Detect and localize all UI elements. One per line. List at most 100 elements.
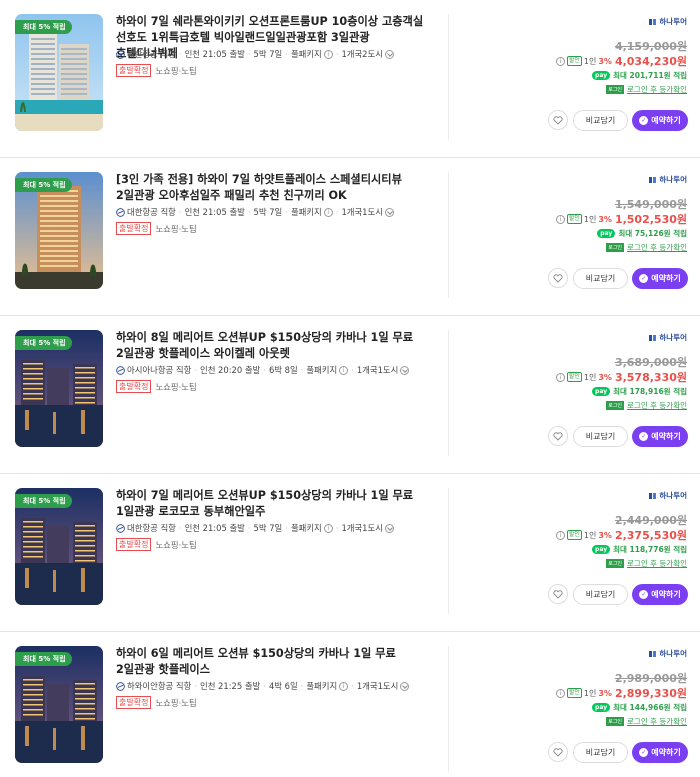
book-button-label: 예약하기: [651, 590, 681, 599]
reserve-icon: ✓: [639, 432, 649, 441]
product-thumbnail[interactable]: 최대 5% 적립: [15, 646, 103, 763]
separator: ·: [285, 49, 288, 59]
separator: ·: [178, 523, 182, 533]
discount-percent: 3%: [598, 530, 612, 540]
chevron-down-icon[interactable]: [400, 365, 410, 375]
heart-icon: [553, 273, 563, 283]
brand-logo-icon: [649, 176, 657, 183]
airline-icon: [116, 365, 125, 375]
chevron-down-icon[interactable]: [400, 681, 410, 691]
reserve-icon: ✓: [639, 748, 649, 757]
no-shopping-tag: 노쇼핑: [155, 539, 179, 550]
npay-icon: pay: [592, 71, 611, 80]
trip-duration: 4박 6일: [268, 681, 298, 691]
product-item[interactable]: 최대 5% 적립 [3인 가족 전용] 하와이 7일 하얏트플레이스 스페셜티시…: [0, 158, 700, 316]
info-icon[interactable]: i: [323, 523, 333, 533]
product-thumbnail[interactable]: 최대 5% 적립: [15, 172, 103, 289]
brand-label: 하나투어: [649, 332, 687, 343]
book-button-label: 예약하기: [651, 116, 681, 125]
login-tag: 로그인: [606, 401, 625, 410]
chevron-down-icon[interactable]: [384, 523, 394, 533]
compare-button[interactable]: 비교담기: [573, 268, 628, 289]
compare-button[interactable]: 비교담기: [573, 110, 628, 131]
info-icon[interactable]: i: [555, 214, 565, 224]
reserve-icon: ✓: [639, 116, 649, 125]
compare-button[interactable]: 비교담기: [573, 742, 628, 763]
product-title[interactable]: [3인 가족 전용] 하와이 7일 하얏트플레이스 스페셜티시티뷰 2일관광 오…: [116, 172, 432, 204]
compare-button[interactable]: 비교담기: [573, 426, 628, 447]
npay-reward-text: 최대 144,966원 적립: [613, 703, 687, 712]
product-meta: 대한항공 직항 · 인천 21:05 출발 · 5박 7일 · 풀패키지 i ·…: [116, 206, 394, 218]
brand-label: 하나투어: [649, 174, 687, 185]
product-thumbnail[interactable]: 최대 5% 적립: [15, 488, 103, 605]
discount-percent: 3%: [598, 688, 612, 698]
departure-time: 인천 21:05 출발: [184, 523, 245, 533]
chevron-down-icon[interactable]: [384, 207, 394, 217]
product-meta: 대한항공 직항 · 인천 21:05 출발 · 5박 7일 · 풀패키지 i ·…: [116, 48, 394, 60]
no-tip-tag: 노팁: [181, 697, 197, 708]
product-title[interactable]: 하와이 7일 메리어트 오션뷰UP $150상당의 카바나 1일 무료 1일관광…: [116, 488, 432, 520]
login-check-link[interactable]: 로그인 로그인 후 등가확인: [606, 242, 687, 253]
product-title[interactable]: 하와이 8일 메리어트 오션뷰UP $150상당의 카바나 1일 무료 2일관광…: [116, 330, 432, 362]
book-button[interactable]: ✓ 예약하기: [632, 742, 688, 763]
info-icon[interactable]: i: [339, 681, 349, 691]
airline: 대한항공 직항: [127, 207, 176, 217]
brand-logo-icon: [649, 650, 657, 657]
no-tip-tag: 노팁: [181, 539, 197, 550]
info-icon[interactable]: i: [555, 530, 565, 540]
wishlist-button[interactable]: [548, 268, 568, 288]
reward-badge: 최대 5% 적립: [15, 20, 72, 34]
product-thumbnail[interactable]: 최대 5% 적립: [15, 330, 103, 447]
reserve-icon: ✓: [639, 590, 649, 599]
wishlist-button[interactable]: [548, 742, 568, 762]
sale-price-row: i 할인 1인 3% 3,578,330원: [554, 369, 687, 385]
airline: 아시아나항공 직항: [127, 365, 192, 375]
brand-label: 하나투어: [649, 490, 687, 501]
wishlist-button[interactable]: [548, 584, 568, 604]
book-button[interactable]: ✓ 예약하기: [632, 268, 688, 289]
info-icon[interactable]: i: [555, 688, 565, 698]
brand-logo-icon: [649, 334, 657, 341]
chevron-down-icon[interactable]: [384, 49, 394, 59]
product-item[interactable]: 최대 5% 적립 하와이 7일 메리어트 오션뷰UP $150상당의 카바나 1…: [0, 474, 700, 632]
compare-button[interactable]: 비교담기: [573, 584, 628, 605]
no-shopping-tag: 노쇼핑: [155, 697, 179, 708]
npay-reward-row: pay 최대 201,711원 적립: [592, 70, 687, 81]
product-item[interactable]: 최대 5% 적립 하와이 7일 쉐라톤와이키키 오션프론트룸UP 10층이상 고…: [0, 0, 700, 158]
discount-percent: 3%: [598, 372, 612, 382]
departure-time: 인천 21:05 출발: [184, 207, 245, 217]
info-icon[interactable]: i: [339, 365, 349, 375]
login-check-text: 로그인 후 등가확인: [627, 85, 687, 94]
brand-logo-icon: [649, 492, 657, 499]
login-check-link[interactable]: 로그인 로그인 후 등가확인: [606, 400, 687, 411]
per-person-label: 1인: [583, 530, 597, 540]
book-button[interactable]: ✓ 예약하기: [632, 426, 688, 447]
discount-percent: 3%: [598, 214, 612, 224]
original-price: 1,549,000원: [614, 198, 687, 211]
sale-price: 2,375,530원: [614, 529, 687, 542]
heart-icon: [553, 115, 563, 125]
discount-tag: 할인: [566, 214, 582, 224]
product-tags: 출발확정 노쇼핑 · 노팁: [116, 380, 197, 393]
book-button[interactable]: ✓ 예약하기: [632, 584, 688, 605]
info-icon[interactable]: i: [555, 372, 565, 382]
sale-price: 2,899,330원: [614, 687, 687, 700]
separator: ·: [335, 523, 339, 533]
airline-icon: [116, 523, 125, 533]
login-check-link[interactable]: 로그인 로그인 후 등가확인: [606, 716, 687, 727]
product-item[interactable]: 최대 5% 적립 하와이 6일 메리어트 오션뷰 $150상당의 카바나 1일 …: [0, 632, 700, 777]
login-check-link[interactable]: 로그인 로그인 후 등가확인: [606, 558, 687, 569]
sale-price: 3,578,330원: [614, 371, 687, 384]
wishlist-button[interactable]: [548, 110, 568, 130]
product-thumbnail[interactable]: 최대 5% 적립: [15, 14, 103, 131]
info-icon[interactable]: i: [323, 49, 333, 59]
book-button[interactable]: ✓ 예약하기: [632, 110, 688, 131]
info-icon[interactable]: i: [323, 207, 333, 217]
separator: ·: [178, 207, 182, 217]
info-icon[interactable]: i: [555, 56, 565, 66]
login-check-link[interactable]: 로그인 로그인 후 등가확인: [606, 84, 687, 95]
wishlist-button[interactable]: [548, 426, 568, 446]
no-tip-tag: 노팁: [181, 223, 197, 234]
product-title[interactable]: 하와이 6일 메리어트 오션뷰 $150상당의 카바나 1일 무료 2일관광 핫…: [116, 646, 432, 678]
product-item[interactable]: 최대 5% 적립 하와이 8일 메리어트 오션뷰UP $150상당의 카바나 1…: [0, 316, 700, 474]
